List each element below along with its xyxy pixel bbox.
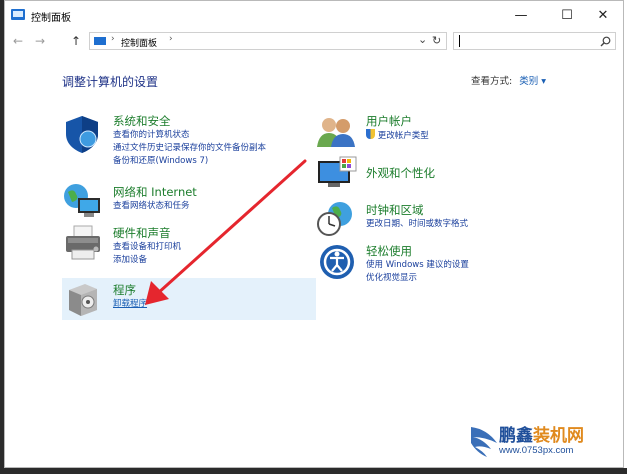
watermark-url: www.0753px.com <box>499 445 574 456</box>
watermark-brand-a: 鹏鑫 <box>499 426 533 446</box>
control-panel-window: 控制面板 — ☐ ✕ ← → ↑ › 控制面板 › ⌄ ↻ 调整计算机的设置 查… <box>4 0 624 468</box>
watermark-brand: 鹏鑫装机网 <box>499 421 584 446</box>
wing-logo-icon <box>471 427 497 457</box>
watermark: 鹏鑫装机网 www.0753px.com <box>469 419 619 463</box>
watermark-brand-b: 装机网 <box>533 426 584 446</box>
red-arrow-annotation <box>145 159 307 305</box>
